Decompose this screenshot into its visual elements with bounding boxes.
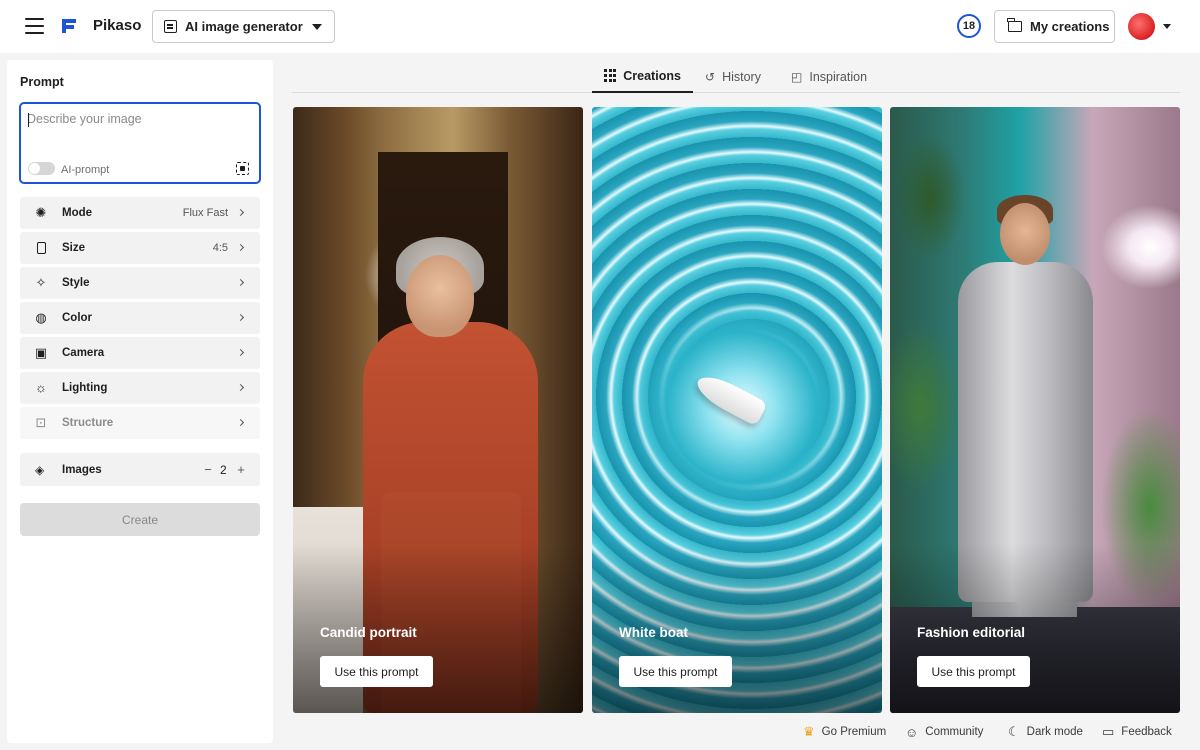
- discord-icon: ☺: [905, 724, 919, 740]
- images-label: Images: [62, 464, 102, 476]
- history-icon: ↺: [705, 69, 716, 84]
- community-link[interactable]: ☺ Community: [905, 722, 983, 742]
- option-label: Style: [62, 277, 90, 289]
- go-premium-link[interactable]: ♛ Go Premium: [803, 722, 886, 742]
- tool-selector-label: AI image generator: [185, 19, 303, 34]
- credits-counter[interactable]: 18: [957, 14, 981, 38]
- chevron-right-icon: [236, 348, 245, 357]
- dark-mode-label: Dark mode: [1026, 726, 1083, 738]
- grid-icon: [604, 69, 617, 82]
- option-label: Camera: [62, 347, 105, 359]
- my-creations-button[interactable]: My creations: [994, 10, 1115, 43]
- freepik-logo-icon[interactable]: [60, 17, 78, 35]
- images-count-row: ◈ Images − 2 +: [20, 453, 260, 486]
- image-reference-icon[interactable]: [236, 162, 249, 175]
- prompt-box[interactable]: AI-prompt: [19, 102, 261, 184]
- caret-down-icon: [312, 24, 322, 30]
- chevron-right-icon: [236, 208, 245, 217]
- camera-icon: ▣: [34, 345, 48, 360]
- tab-inspiration[interactable]: ◰ Inspiration: [791, 60, 867, 93]
- card-title: Candid portrait: [320, 625, 417, 640]
- option-value: 4:5: [212, 242, 228, 254]
- option-mode[interactable]: ✺ Mode Flux Fast: [20, 197, 260, 229]
- option-value: Flux Fast: [182, 207, 228, 219]
- text-cursor: [28, 113, 29, 127]
- images-increment-button[interactable]: +: [236, 462, 246, 477]
- images-count-value: 2: [220, 463, 227, 477]
- prompt-title: Prompt: [20, 75, 64, 89]
- ai-prompt-toggle[interactable]: [28, 162, 55, 175]
- inspiration-icon: ◰: [791, 69, 803, 84]
- feedback-label: Feedback: [1121, 726, 1172, 738]
- view-tabs: Creations ↺ History ◰ Inspiration: [292, 60, 1180, 93]
- layers-icon: ◈: [35, 463, 45, 477]
- style-icon: ✧: [35, 275, 47, 290]
- dark-mode-toggle[interactable]: ☾ Dark mode: [1008, 722, 1083, 742]
- chevron-right-icon: [236, 313, 245, 322]
- option-label: Lighting: [62, 382, 108, 394]
- go-premium-label: Go Premium: [821, 726, 887, 738]
- option-camera[interactable]: ▣ Camera: [20, 337, 260, 369]
- image-tool-icon: [164, 20, 177, 33]
- mode-icon: ✺: [35, 205, 47, 220]
- option-label: Color: [62, 312, 93, 324]
- card-title: White boat: [619, 625, 688, 640]
- feedback-link[interactable]: ▭ Feedback: [1102, 722, 1172, 742]
- community-label: Community: [925, 726, 984, 738]
- tab-label: Creations: [623, 68, 681, 83]
- app-name: Pikaso: [93, 17, 142, 34]
- images-decrement-button[interactable]: −: [203, 462, 213, 477]
- folder-icon: [1007, 18, 1022, 32]
- tab-history[interactable]: ↺ History: [705, 60, 761, 93]
- option-size[interactable]: Size 4:5: [20, 232, 260, 264]
- chevron-right-icon: [236, 278, 245, 287]
- palette-icon: ◍: [35, 310, 47, 325]
- use-this-prompt-button[interactable]: Use this prompt: [619, 656, 732, 687]
- my-creations-label: My creations: [1030, 19, 1110, 34]
- option-lighting[interactable]: ☼ Lighting: [20, 372, 260, 404]
- chevron-right-icon: [236, 383, 245, 392]
- use-this-prompt-button[interactable]: Use this prompt: [917, 656, 1030, 687]
- tool-selector[interactable]: AI image generator: [152, 10, 335, 43]
- inspiration-card[interactable]: Fashion editorial Use this prompt: [890, 107, 1180, 713]
- card-image-detail: [692, 369, 768, 427]
- tab-creations[interactable]: Creations: [592, 60, 693, 93]
- inspiration-card[interactable]: Candid portrait Use this prompt: [293, 107, 583, 713]
- option-label: Structure: [62, 417, 114, 429]
- prompt-input[interactable]: [27, 112, 252, 126]
- size-icon: [34, 241, 48, 255]
- chat-bubble-icon: ▭: [1102, 724, 1115, 739]
- tab-label: History: [722, 69, 761, 84]
- ai-prompt-label: AI-prompt: [61, 164, 110, 176]
- option-label: Size: [62, 242, 86, 254]
- crown-icon: ♛: [803, 724, 815, 739]
- use-this-prompt-button[interactable]: Use this prompt: [320, 656, 433, 687]
- card-image-detail: [406, 255, 474, 337]
- menu-icon[interactable]: [25, 18, 44, 34]
- moon-icon: ☾: [1008, 724, 1020, 739]
- chevron-right-icon: [236, 243, 245, 252]
- lighting-icon: ☼: [35, 380, 47, 395]
- inspiration-card[interactable]: White boat Use this prompt: [592, 107, 882, 713]
- card-image-detail: [1000, 203, 1050, 265]
- settings-panel: Prompt AI-prompt ✺ Mode Flux Fast Size 4…: [7, 60, 273, 743]
- option-label: Mode: [62, 207, 93, 219]
- top-bar: Pikaso AI image generator 18 My creation…: [0, 0, 1200, 53]
- option-style[interactable]: ✧ Style: [20, 267, 260, 299]
- chevron-right-icon: [236, 418, 245, 427]
- option-structure: ⊡ Structure: [20, 407, 260, 439]
- tab-label: Inspiration: [809, 69, 868, 84]
- account-caret-icon[interactable]: [1163, 24, 1171, 29]
- option-color[interactable]: ◍ Color: [20, 302, 260, 334]
- avatar[interactable]: [1128, 13, 1155, 40]
- structure-icon: ⊡: [35, 415, 47, 430]
- create-button[interactable]: Create: [20, 503, 260, 536]
- card-title: Fashion editorial: [917, 625, 1026, 640]
